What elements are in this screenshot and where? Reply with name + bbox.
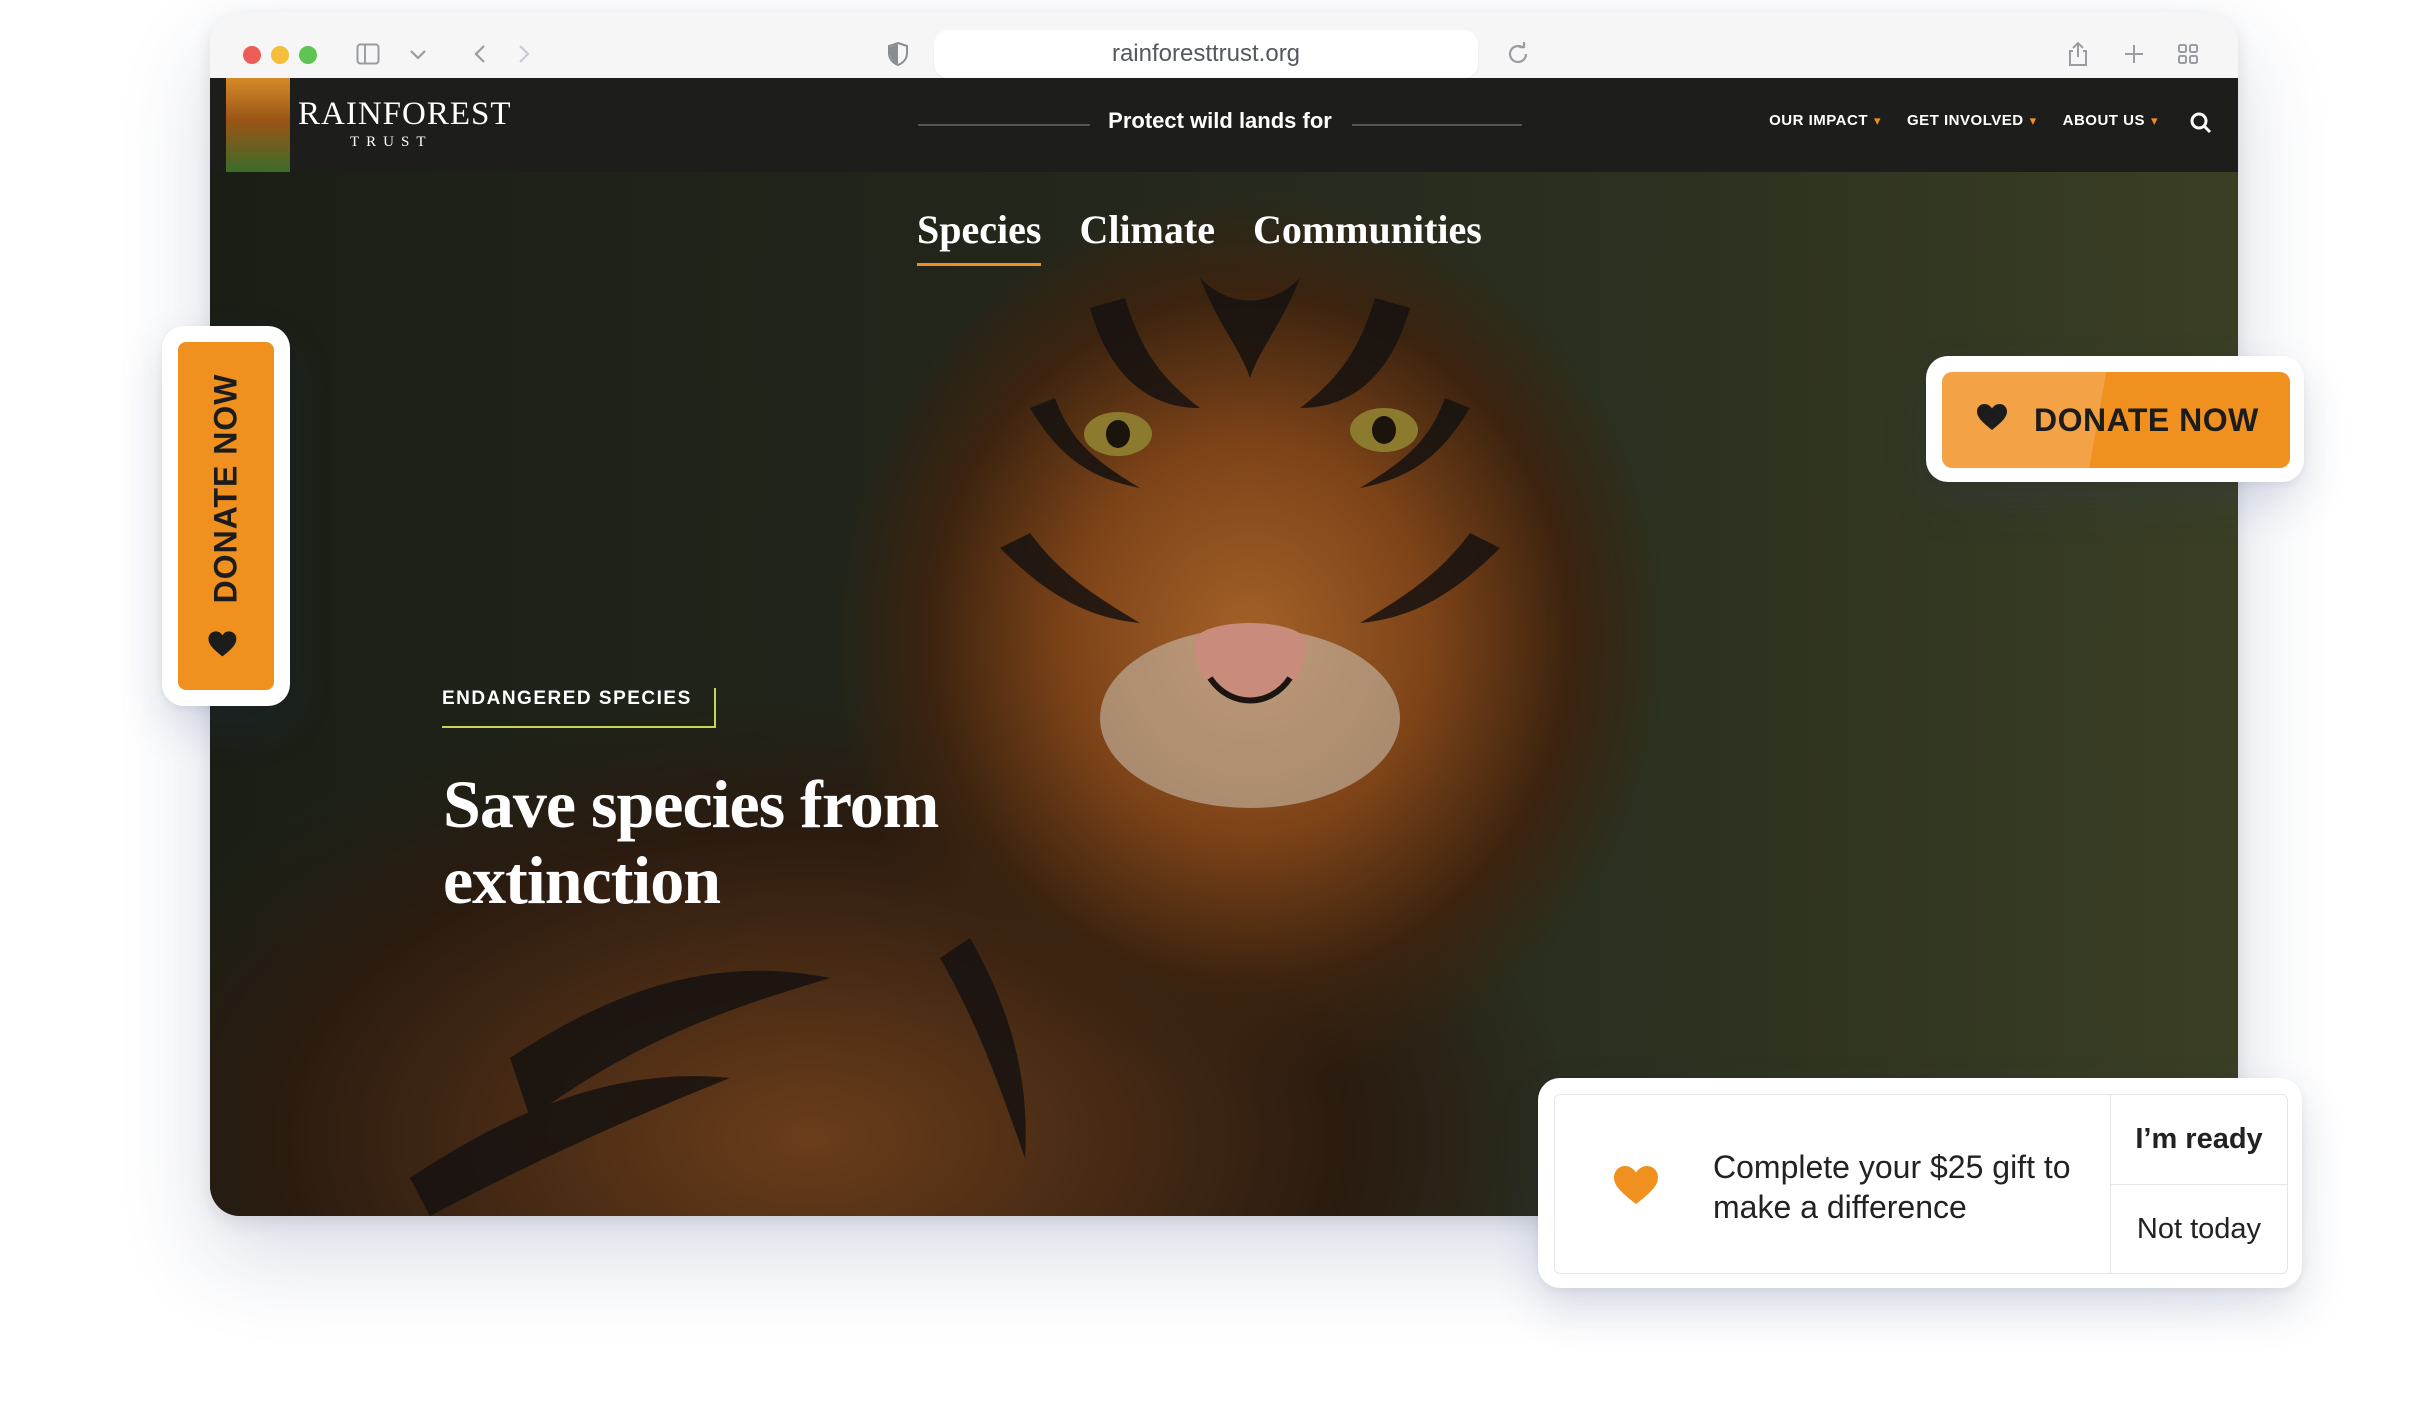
reload-icon[interactable] [1498, 34, 1538, 74]
donate-now-widget: DONATE NOW [1926, 356, 2304, 482]
tab-communities[interactable]: Communities [1253, 206, 1482, 266]
nav-item-about-us[interactable]: ABOUT US ▾ [2063, 112, 2158, 129]
nav-divider-right [1352, 124, 1522, 126]
not-today-button[interactable]: Not today [2111, 1185, 2287, 1274]
cause-tabs: Species Climate Communities [917, 206, 1482, 266]
nav-tagline: Protect wild lands for [1108, 108, 1332, 133]
nav-item-our-impact[interactable]: OUR IMPACT ▾ [1769, 112, 1881, 129]
tab-climate[interactable]: Climate [1079, 206, 1215, 266]
gift-reminder-widget: Complete your $25 gift to make a differe… [1538, 1078, 2302, 1288]
jaguar-logo-icon[interactable] [226, 78, 290, 172]
category-badge: ENDANGERED SPECIES [442, 688, 716, 728]
close-window-button[interactable] [243, 46, 261, 64]
nav-divider-left [918, 124, 1090, 126]
heart-icon [1976, 402, 2008, 439]
chevron-down-icon: ▾ [2150, 112, 2158, 128]
nav-item-label: ABOUT US [2062, 112, 2145, 129]
url-text: rainforesttrust.org [1111, 40, 1301, 67]
gift-actions: I’m ready Not today [2110, 1095, 2287, 1273]
address-bar[interactable]: rainforesttrust.org [934, 30, 1478, 78]
chevron-down-icon: ▾ [1873, 112, 1882, 128]
zoom-window-button[interactable] [299, 46, 317, 64]
gift-reminder-panel: Complete your $25 gift to make a differe… [1554, 1094, 2288, 1274]
tab-species[interactable]: Species [917, 206, 1042, 266]
forward-icon[interactable] [506, 34, 542, 74]
sidebar-icon[interactable] [348, 34, 388, 74]
heart-icon [1613, 1165, 1659, 1210]
logo-subtitle: TRUST [350, 134, 433, 150]
donate-now-button[interactable]: DONATE NOW [1942, 372, 2290, 468]
plus-icon[interactable] [2114, 34, 2154, 74]
minimize-window-button[interactable] [271, 46, 289, 64]
chevron-down-icon[interactable] [398, 34, 438, 74]
hero-headline: Save species from extinction [443, 766, 939, 918]
nav-item-get-involved[interactable]: GET INVOLVED ▾ [1907, 112, 2037, 129]
nav-item-label: OUR IMPACT [1769, 112, 1868, 129]
browser-window: rainforesttrust.org RAINFOREST TRUST Pro… [210, 12, 2238, 1216]
side-donate-label: DONATE NOW [207, 373, 244, 603]
website-viewport: RAINFOREST TRUST Protect wild lands for … [210, 78, 2238, 1216]
heart-icon [208, 629, 245, 659]
nav-item-label: GET INVOLVED [1907, 112, 2024, 129]
im-ready-button[interactable]: I’m ready [2111, 1095, 2287, 1185]
donate-now-label: DONATE NOW [2034, 401, 2259, 438]
chevron-down-icon: ▾ [2029, 112, 2037, 128]
site-navbar: RAINFOREST TRUST Protect wild lands for … [210, 78, 2238, 172]
shield-icon[interactable] [878, 34, 918, 74]
search-icon[interactable] [2186, 108, 2216, 138]
gift-message: Complete your $25 gift to make a differe… [1713, 1149, 2071, 1225]
side-donate-button[interactable]: DONATE NOW [178, 342, 274, 690]
logo-title[interactable]: RAINFOREST [298, 98, 512, 131]
share-icon[interactable] [2058, 34, 2098, 74]
tabs-grid-icon[interactable] [2168, 34, 2208, 74]
nav-menu: OUR IMPACT ▾ GET INVOLVED ▾ ABOUT US ▾ [1769, 112, 2158, 129]
side-donate-widget: DONATE NOW [162, 326, 290, 706]
back-icon[interactable] [462, 34, 498, 74]
browser-toolbar: rainforesttrust.org [210, 12, 2238, 78]
